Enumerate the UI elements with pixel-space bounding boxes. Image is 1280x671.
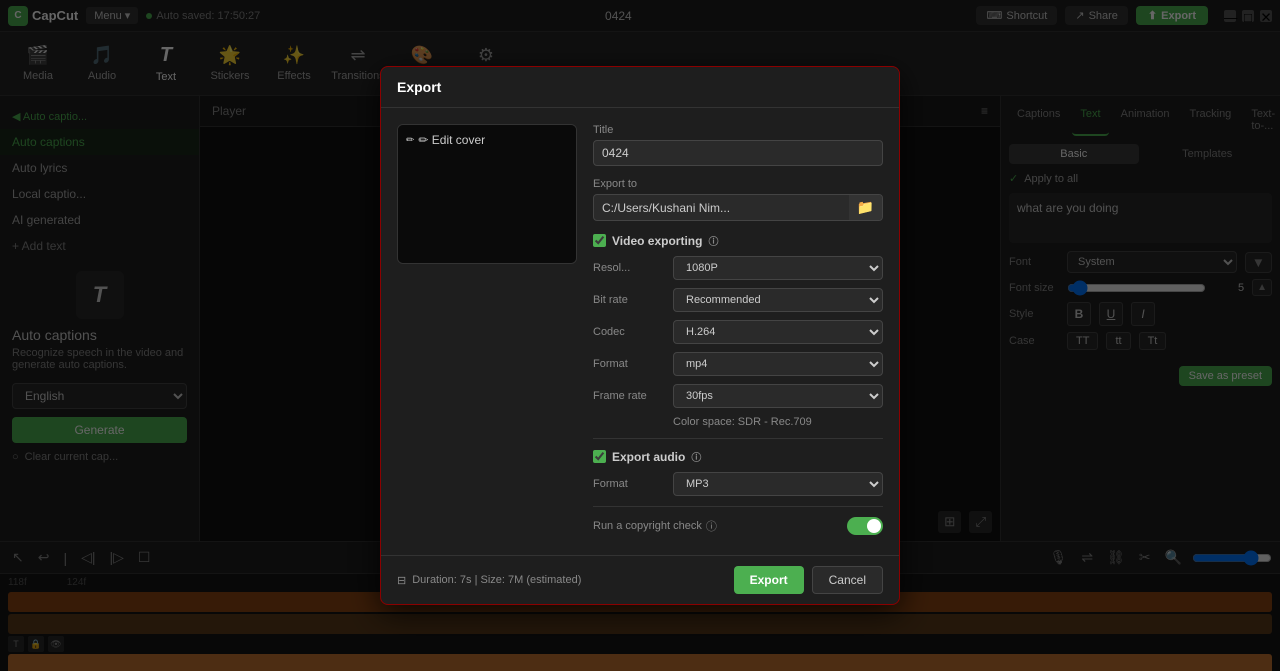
copyright-label: Run a copyright check ⓘ — [593, 518, 717, 534]
title-label: Title — [593, 124, 883, 136]
audio-format-label: Format — [593, 478, 673, 490]
export-path-input[interactable] — [594, 196, 849, 220]
bitrate-label: Bit rate — [593, 294, 673, 306]
copyright-toggle[interactable] — [847, 517, 883, 535]
edit-cover-label[interactable]: ✏ ✏ Edit cover — [406, 133, 485, 147]
video-exporting-label: Video exporting — [612, 234, 702, 248]
codec-select[interactable]: H.264 — [673, 320, 883, 344]
audio-format-select[interactable]: MP3 — [673, 472, 883, 496]
duration-icon: ⊟ — [397, 574, 406, 587]
copyright-info-icon: ⓘ — [706, 518, 717, 534]
title-row: Title — [593, 124, 883, 166]
export-to-row: Export to 📁 — [593, 178, 883, 221]
pencil-icon: ✏ — [406, 135, 414, 146]
audio-exporting-label: Export audio — [612, 450, 685, 464]
bitrate-select[interactable]: Recommended — [673, 288, 883, 312]
bitrate-row: Bit rate Recommended — [593, 288, 883, 312]
duration-text: Duration: 7s | Size: 7M (estimated) — [412, 574, 581, 586]
copyright-row: Run a copyright check ⓘ — [593, 517, 883, 535]
frame-rate-row: Frame rate 30fps — [593, 384, 883, 408]
export-form: Title Export to 📁 Video exporting ⓘ — [593, 124, 883, 539]
cover-preview: ✏ ✏ Edit cover — [397, 124, 577, 264]
video-exporting-section: Video exporting ⓘ — [593, 233, 883, 248]
modal-footer: ⊟ Duration: 7s | Size: 7M (estimated) Ex… — [381, 555, 899, 604]
frame-rate-label: Frame rate — [593, 390, 673, 402]
modal-export-button[interactable]: Export — [734, 566, 804, 594]
audio-info-icon: ⓘ — [691, 449, 701, 464]
resolution-label: Resol... — [593, 262, 673, 274]
divider — [593, 438, 883, 439]
modal-body: ✏ ✏ Edit cover Title Export to 📁 — [381, 108, 899, 555]
toggle-knob — [867, 519, 881, 533]
resolution-select[interactable]: 1080P — [673, 256, 883, 280]
footer-info: ⊟ Duration: 7s | Size: 7M (estimated) — [397, 574, 581, 587]
folder-browse-button[interactable]: 📁 — [849, 195, 882, 220]
modal-header: Export — [381, 67, 899, 108]
divider-2 — [593, 506, 883, 507]
resolution-row: Resol... 1080P — [593, 256, 883, 280]
export-path-field: 📁 — [593, 194, 883, 221]
copyright-text: Run a copyright check — [593, 520, 702, 532]
audio-format-row: Format MP3 — [593, 472, 883, 496]
audio-exporting-section: Export audio ⓘ — [593, 449, 883, 464]
format-label: Format — [593, 358, 673, 370]
audio-exporting-checkbox[interactable] — [593, 450, 606, 463]
codec-row: Codec H.264 — [593, 320, 883, 344]
edit-cover-text: ✏ Edit cover — [418, 133, 485, 147]
format-select[interactable]: mp4 — [673, 352, 883, 376]
format-row: Format mp4 — [593, 352, 883, 376]
footer-actions: Export Cancel — [734, 566, 883, 594]
frame-rate-select[interactable]: 30fps — [673, 384, 883, 408]
export-modal: Export ✏ ✏ Edit cover Title Export to — [380, 66, 900, 605]
export-to-label: Export to — [593, 178, 883, 190]
title-input[interactable] — [593, 140, 883, 166]
modal-cancel-button[interactable]: Cancel — [812, 566, 883, 594]
color-space: Color space: SDR - Rec.709 — [593, 416, 883, 428]
export-modal-overlay: Export ✏ ✏ Edit cover Title Export to — [0, 0, 1280, 671]
video-info-icon: ⓘ — [708, 233, 718, 248]
video-exporting-checkbox[interactable] — [593, 234, 606, 247]
codec-label: Codec — [593, 326, 673, 338]
